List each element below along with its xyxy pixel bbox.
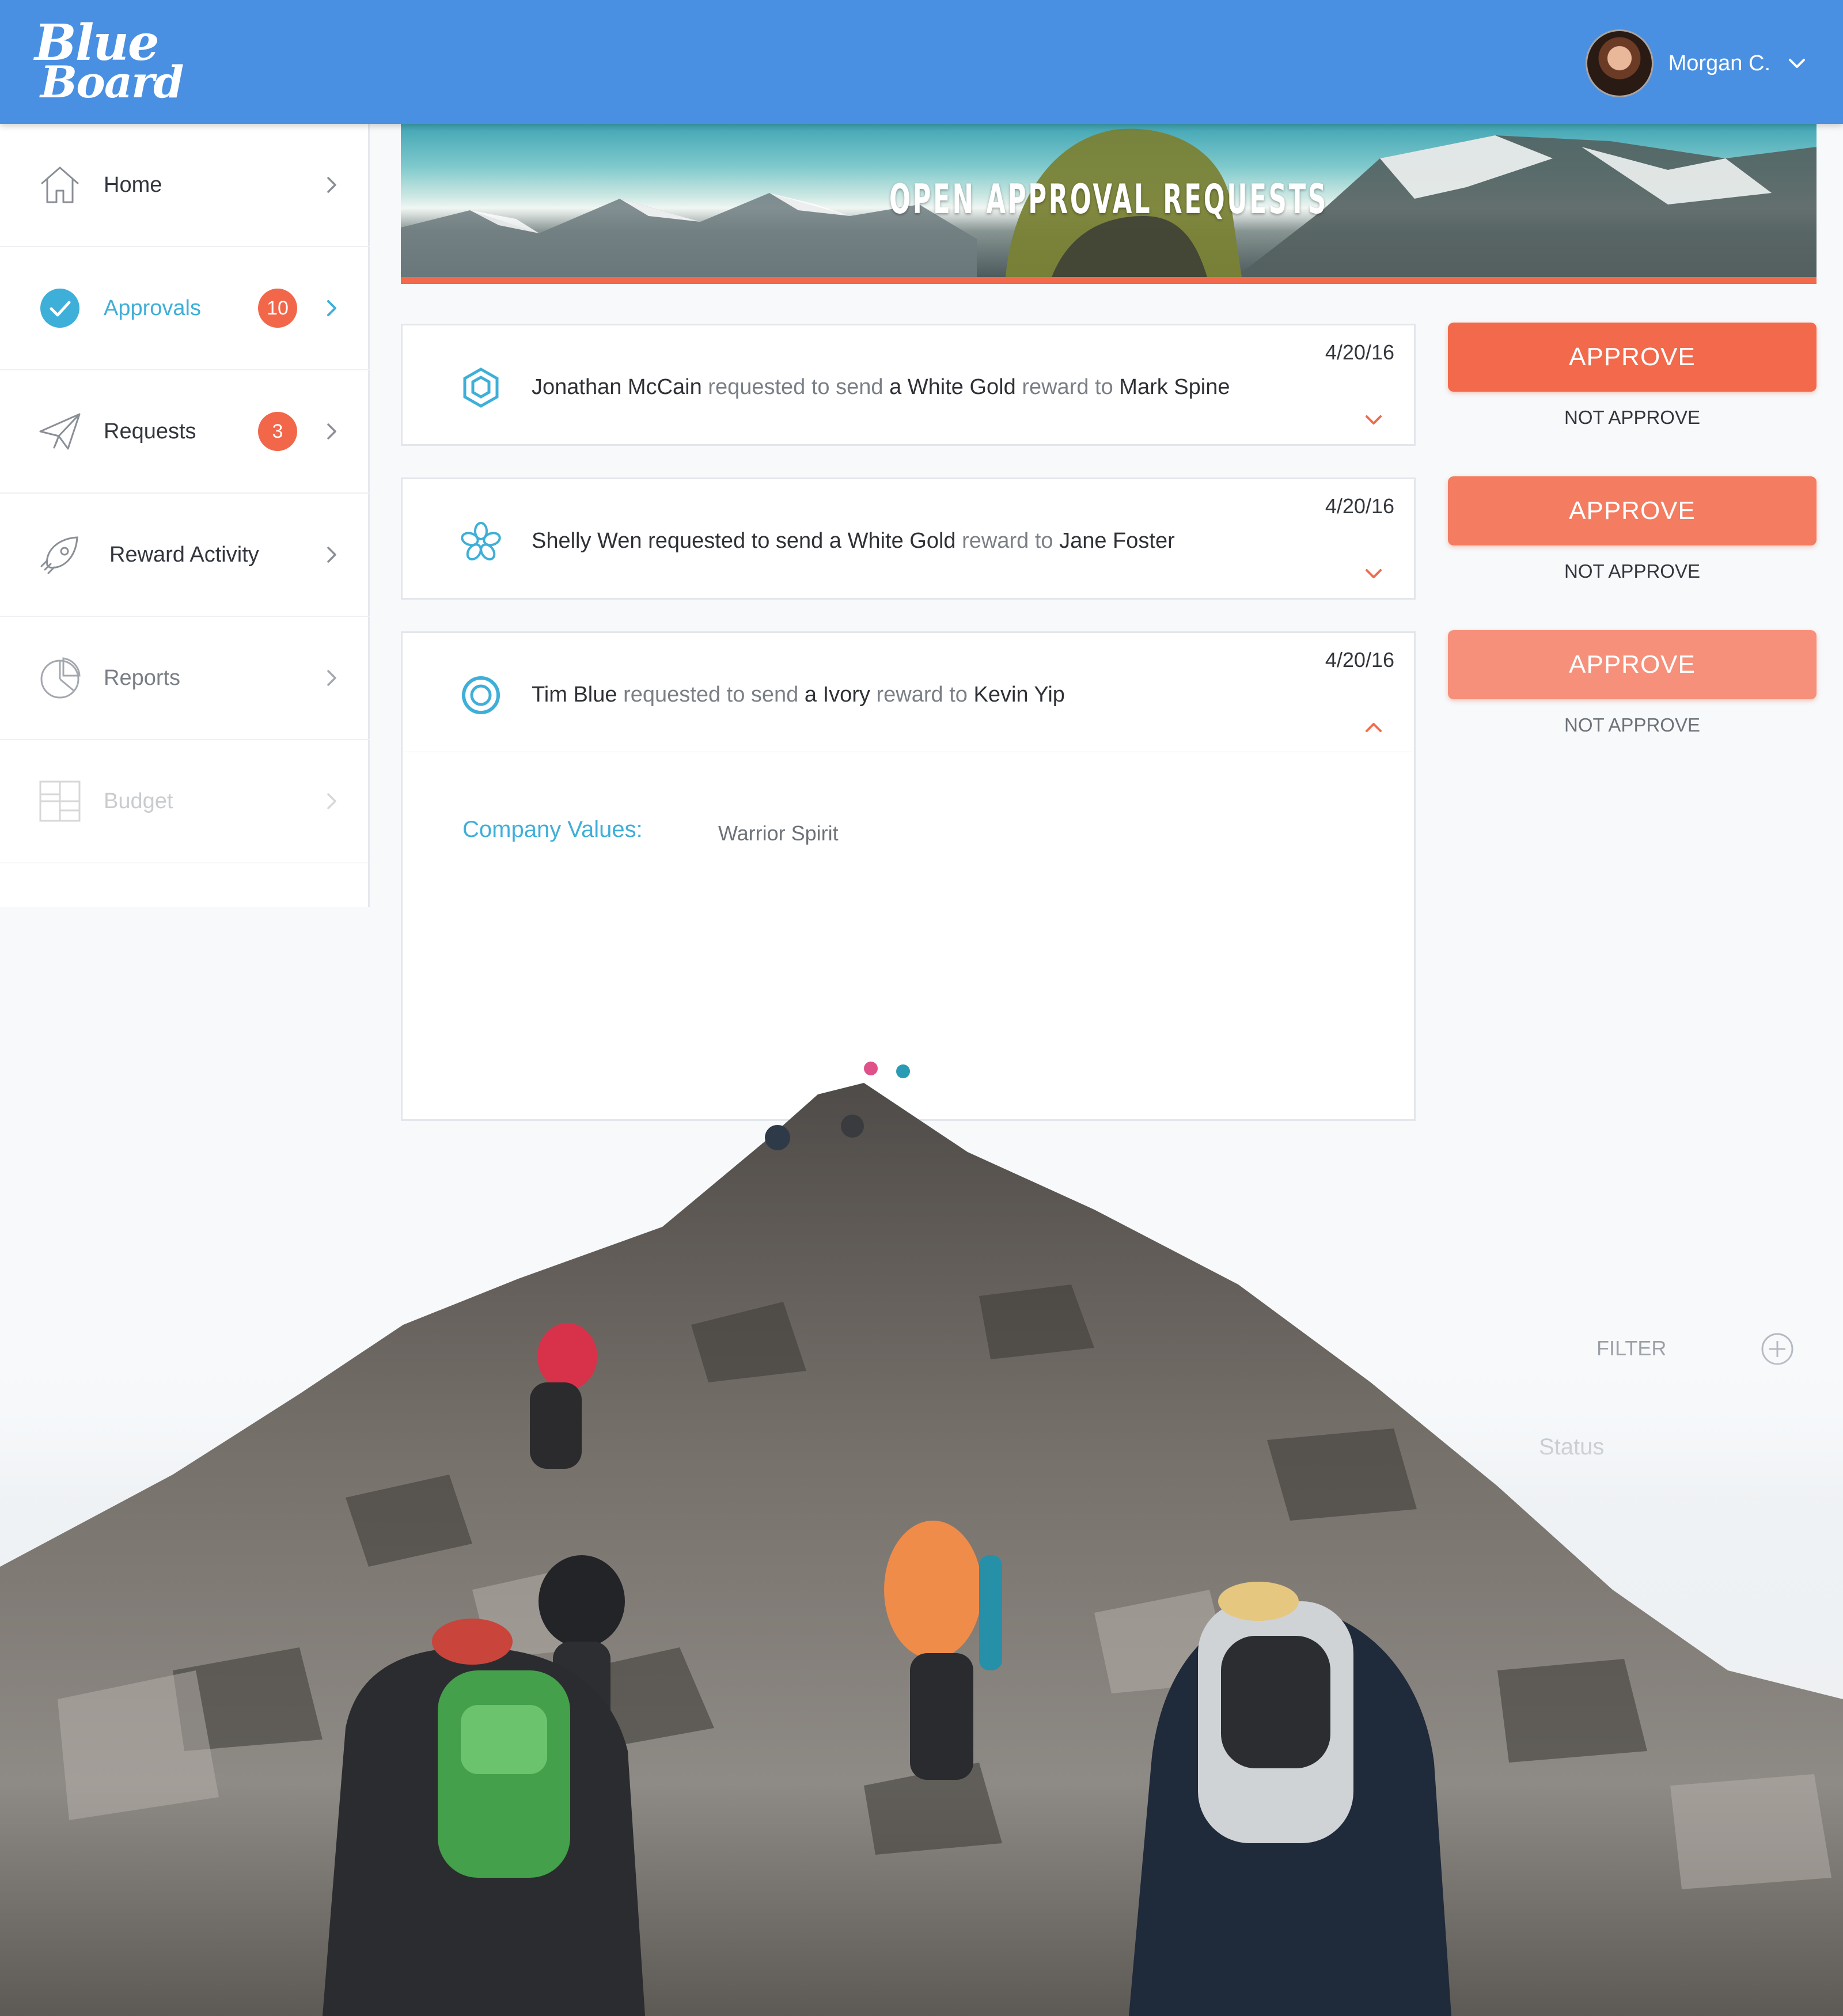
request-date: 4/20/16	[1325, 648, 1394, 672]
request-mid: reward to	[1022, 375, 1113, 399]
request-date: 4/20/16	[1325, 340, 1394, 364]
check-circle-icon	[37, 285, 83, 331]
chevron-right-icon	[320, 666, 343, 689]
approval-request-card[interactable]: Jonathan McCain requested to send a Whit…	[401, 324, 1416, 446]
requester-name: Shelly Wen	[532, 529, 642, 553]
sidebar-item-home[interactable]: Home	[0, 124, 370, 247]
reward-name: Ivory	[822, 683, 870, 707]
add-icon[interactable]	[1760, 1332, 1795, 1366]
status-column-header: Status	[1539, 1434, 1605, 1460]
approval-request-card[interactable]: Shelly Wen requested to send a White Gol…	[401, 478, 1416, 600]
count-badge: 3	[258, 412, 297, 451]
sidebar-item-label: Reports	[104, 665, 181, 690]
ring-icon	[460, 674, 502, 716]
pie-chart-icon	[37, 655, 83, 701]
request-verb: requested to send	[623, 683, 799, 707]
home-icon	[37, 162, 83, 208]
sidebar-item-reports[interactable]: Reports	[0, 617, 370, 740]
sidebar-item-label: Home	[104, 172, 162, 197]
logo-line-2: Board	[40, 56, 184, 108]
sidebar: Home Approvals 10 Requests 3 Reward Acti…	[0, 124, 370, 907]
not-approve-link[interactable]: NOT APPROVE	[1448, 407, 1817, 429]
page-title: OPEN APPROVAL REQUESTS	[889, 176, 1328, 223]
reward-name: White Gold	[847, 529, 956, 553]
sidebar-item-approvals[interactable]: Approvals 10	[0, 247, 370, 370]
chevron-down-icon[interactable]	[1362, 562, 1385, 585]
flower-icon	[460, 521, 502, 562]
recipient-name: Mark Spine	[1119, 375, 1230, 399]
request-article: a	[829, 529, 842, 553]
request-mid: reward to	[962, 529, 1053, 553]
approve-button[interactable]: APPROVE	[1448, 323, 1817, 392]
sidebar-item-requests[interactable]: Requests 3	[0, 370, 370, 494]
page-banner: OPEN APPROVAL REQUESTS	[401, 124, 1817, 284]
grid-icon	[37, 778, 83, 824]
blueboard-logo[interactable]: Blue Board	[35, 18, 184, 108]
count-badge: 10	[258, 289, 297, 328]
not-approve-link[interactable]: NOT APPROVE	[1448, 714, 1817, 736]
request-description: Shelly Wen requested to send a White Gol…	[532, 529, 1175, 554]
approval-request-card[interactable]: Tim Blue requested to send a Ivory rewar…	[401, 631, 1416, 753]
request-date: 4/20/16	[1325, 494, 1394, 518]
rewards-table: e, Status ... FILTER Status	[401, 1313, 1817, 2004]
approve-button[interactable]: APPROVE	[1448, 476, 1817, 545]
request-description: Jonathan McCain requested to send a Whit…	[532, 375, 1230, 400]
requester-name: Jonathan McCain	[532, 375, 702, 399]
filter-button[interactable]: FILTER	[1596, 1336, 1666, 1361]
chevron-down-icon[interactable]	[1362, 408, 1385, 431]
avatar[interactable]	[1585, 29, 1654, 97]
hexagon-icon	[460, 367, 502, 408]
request-verb: requested to send	[708, 375, 883, 399]
chevron-right-icon	[320, 173, 343, 196]
search-input[interactable]: e, Status ...	[1201, 1336, 1312, 1361]
chevron-right-icon	[320, 420, 343, 443]
not-approve-link[interactable]: NOT APPROVE	[1448, 560, 1817, 582]
request-verb: requested to send	[648, 529, 824, 553]
requester-name: Tim Blue	[532, 683, 617, 707]
rocket-icon	[37, 532, 83, 578]
request-article: a	[889, 375, 902, 399]
request-description: Tim Blue requested to send a Ivory rewar…	[532, 683, 1065, 707]
paper-plane-icon	[37, 408, 83, 454]
recipient-name: Kevin Yip	[973, 683, 1065, 707]
chevron-down-icon[interactable]	[1785, 52, 1808, 75]
company-values-label: Company Values:	[462, 817, 643, 842]
chevron-right-icon	[320, 543, 343, 566]
approve-button[interactable]: APPROVE	[1448, 630, 1817, 699]
chevron-up-icon[interactable]	[1362, 716, 1385, 739]
request-mid: reward to	[876, 683, 968, 707]
user-name: Morgan C.	[1668, 51, 1770, 75]
sidebar-item-budget[interactable]: Budget	[0, 740, 370, 863]
chevron-right-icon	[320, 297, 343, 320]
reward-name: White Gold	[907, 375, 1016, 399]
request-article: a	[804, 683, 817, 707]
sidebar-item-label: Requests	[104, 419, 196, 444]
sidebar-item-reward-activity[interactable]: Reward Activity	[0, 494, 370, 617]
sidebar-item-label: Budget	[104, 789, 173, 813]
sidebar-item-label: Reward Activity	[109, 542, 259, 567]
recipient-name: Jane Foster	[1059, 529, 1175, 553]
company-values-value: Warrior Spirit	[718, 821, 839, 845]
request-details-panel: Company Values: Warrior Spirit	[401, 752, 1416, 1121]
top-bar: Blue Board Morgan C.	[0, 0, 1843, 124]
chevron-right-icon	[320, 790, 343, 813]
sidebar-item-label: Approvals	[104, 295, 201, 320]
user-menu[interactable]: Morgan C.	[1585, 29, 1808, 98]
